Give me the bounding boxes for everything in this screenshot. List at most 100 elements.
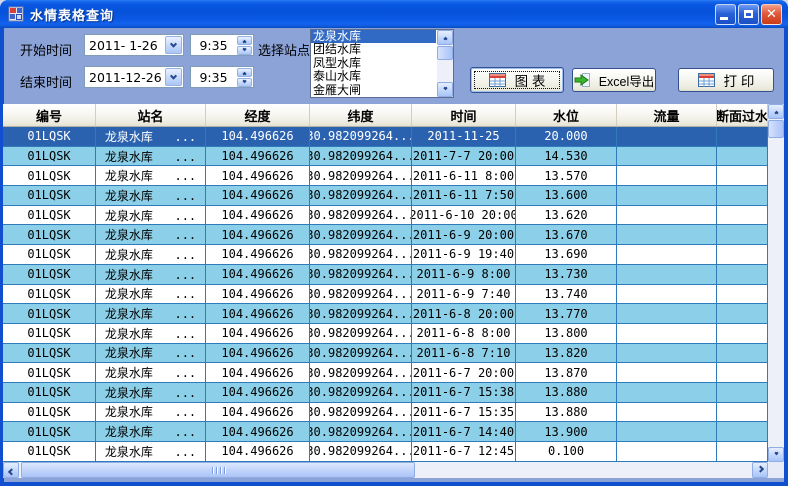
listbox-scrollbar[interactable] [437, 30, 453, 97]
cell-section [717, 344, 768, 363]
listbox-scroll-down-icon[interactable] [437, 82, 453, 97]
cell-time: 2011-6-9 8:00 [412, 265, 516, 284]
chart-button[interactable]: 图 表 [470, 67, 564, 93]
grid-scroll-up-icon[interactable] [768, 104, 784, 119]
cell-station: 龙泉水库 ... [96, 186, 206, 205]
column-header-section[interactable]: 断面过水 [717, 104, 768, 126]
cell-id: 01LQSK [3, 383, 96, 402]
cell-time: 2011-6-7 12:45 [412, 442, 516, 461]
cell-section [717, 225, 768, 244]
cell-longitude: 104.496626 [206, 186, 310, 205]
start-time-down-icon[interactable] [237, 46, 252, 55]
cell-flow [617, 344, 717, 363]
cell-latitude: 30.982099264... [310, 225, 412, 244]
cell-section [717, 166, 768, 185]
column-header-level[interactable]: 水位 [516, 104, 617, 126]
column-header-flow[interactable]: 流量 [617, 104, 717, 126]
cell-id: 01LQSK [3, 285, 96, 304]
station-list-item[interactable]: 金雁大闸 [311, 84, 436, 97]
start-time-up-icon[interactable] [237, 36, 252, 45]
cell-longitude: 104.496626 [206, 383, 310, 402]
cell-level: 13.570 [516, 166, 617, 185]
close-button[interactable]: ✕ [761, 4, 782, 25]
cell-flow [617, 245, 717, 264]
end-time-picker[interactable]: 9:35 [190, 66, 254, 88]
cell-latitude: 30.982099264... [310, 166, 412, 185]
cell-level: 13.600 [516, 186, 617, 205]
end-date-picker[interactable]: 2011-12-26 [84, 66, 184, 88]
cell-longitude: 104.496626 [206, 147, 310, 166]
cell-time: 2011-6-9 7:40 [412, 285, 516, 304]
grid-scroll-down-icon[interactable] [768, 447, 784, 462]
table-row[interactable]: 01LQSK 龙泉水库 ... 104.496626 30.982099264.… [3, 245, 768, 265]
cell-level: 0.100 [516, 442, 617, 461]
start-time-label: 开始时间 [20, 40, 72, 59]
table-row[interactable]: 01LQSK 龙泉水库 ... 104.496626 30.982099264.… [3, 304, 768, 324]
end-date-value: 2011-12-26 [85, 70, 164, 85]
column-header-id[interactable]: 编号 [3, 104, 96, 126]
table-row[interactable]: 01LQSK 龙泉水库 ... 104.496626 30.982099264.… [3, 363, 768, 383]
table-row[interactable]: 01LQSK 龙泉水库 ... 104.496626 30.982099264.… [3, 206, 768, 226]
cell-id: 01LQSK [3, 225, 96, 244]
table-row[interactable]: 01LQSK 龙泉水库 ... 104.496626 30.982099264.… [3, 442, 768, 462]
cell-id: 01LQSK [3, 422, 96, 441]
end-time-down-icon[interactable] [237, 78, 252, 87]
cell-latitude: 30.982099264... [310, 245, 412, 264]
start-date-value: 2011- 1-26 [85, 38, 164, 53]
cell-longitude: 104.496626 [206, 206, 310, 225]
cell-time: 2011-6-8 20:00 [412, 304, 516, 323]
start-time-picker[interactable]: 9:35 [190, 34, 254, 56]
maximize-icon [744, 10, 753, 18]
start-date-dropdown-icon[interactable] [165, 36, 182, 54]
grid-horizontal-scrollbar[interactable] [3, 462, 768, 478]
end-time-label: 结束时间 [20, 72, 72, 91]
start-date-picker[interactable]: 2011- 1-26 [84, 34, 184, 56]
maximize-button[interactable] [738, 4, 759, 25]
column-header-station[interactable]: 站名 [96, 104, 206, 126]
grid-vertical-scrollbar[interactable] [768, 104, 784, 462]
cell-level: 13.690 [516, 245, 617, 264]
minimize-button[interactable] [715, 4, 736, 25]
cell-flow [617, 285, 717, 304]
cell-id: 01LQSK [3, 344, 96, 363]
table-row[interactable]: 01LQSK 龙泉水库 ... 104.496626 30.982099264.… [3, 344, 768, 364]
station-list-item[interactable]: 团结水库 [311, 43, 436, 56]
cell-station: 龙泉水库 ... [96, 403, 206, 422]
table-row[interactable]: 01LQSK 龙泉水库 ... 104.496626 30.982099264.… [3, 265, 768, 285]
cell-latitude: 30.982099264... [310, 186, 412, 205]
cell-longitude: 104.496626 [206, 127, 310, 146]
station-name: 泰山水库 [313, 69, 361, 83]
column-header-latitude[interactable]: 纬度 [310, 104, 412, 126]
grid-scroll-left-icon[interactable] [3, 462, 19, 478]
cell-level: 13.670 [516, 225, 617, 244]
table-row[interactable]: 01LQSK 龙泉水库 ... 104.496626 30.982099264.… [3, 285, 768, 305]
end-date-dropdown-icon[interactable] [165, 68, 182, 86]
table-row[interactable]: 01LQSK 龙泉水库 ... 104.496626 30.982099264.… [3, 403, 768, 423]
chart-button-label: 图 表 [515, 70, 546, 90]
grid-scroll-right-icon[interactable] [752, 462, 768, 478]
end-time-up-icon[interactable] [237, 68, 252, 77]
grid-vscroll-thumb[interactable] [768, 120, 784, 138]
column-header-longitude[interactable]: 经度 [206, 104, 310, 126]
table-row[interactable]: 01LQSK 龙泉水库 ... 104.496626 30.982099264.… [3, 383, 768, 403]
table-row[interactable]: 01LQSK 龙泉水库 ... 104.496626 30.982099264.… [3, 225, 768, 245]
cell-id: 01LQSK [3, 265, 96, 284]
print-button[interactable]: 打 印 [678, 68, 774, 92]
excel-export-button[interactable]: Excel导出 [572, 68, 656, 92]
table-row[interactable]: 01LQSK 龙泉水库 ... 104.496626 30.982099264.… [3, 324, 768, 344]
column-header-time[interactable]: 时间 [412, 104, 516, 126]
table-row[interactable]: 01LQSK 龙泉水库 ... 104.496626 30.982099264.… [3, 422, 768, 442]
station-list-item[interactable]: 泰山水库 [311, 70, 436, 83]
table-row[interactable]: 01LQSK 龙泉水库 ... 104.496626 30.982099264.… [3, 127, 768, 147]
table-row[interactable]: 01LQSK 龙泉水库 ... 104.496626 30.982099264.… [3, 166, 768, 186]
cell-level: 14.530 [516, 147, 617, 166]
cell-id: 01LQSK [3, 245, 96, 264]
cell-section [717, 285, 768, 304]
station-listbox[interactable]: 龙泉水库 团结水库 凤型水库 泰山水库 金雁大闸 [310, 29, 454, 98]
cell-id: 01LQSK [3, 403, 96, 422]
listbox-scroll-up-icon[interactable] [437, 30, 453, 45]
grid-hscroll-thumb[interactable] [21, 462, 415, 478]
table-row[interactable]: 01LQSK 龙泉水库 ... 104.496626 30.982099264.… [3, 186, 768, 206]
table-row[interactable]: 01LQSK 龙泉水库 ... 104.496626 30.982099264.… [3, 147, 768, 167]
listbox-scroll-thumb[interactable] [437, 46, 453, 60]
